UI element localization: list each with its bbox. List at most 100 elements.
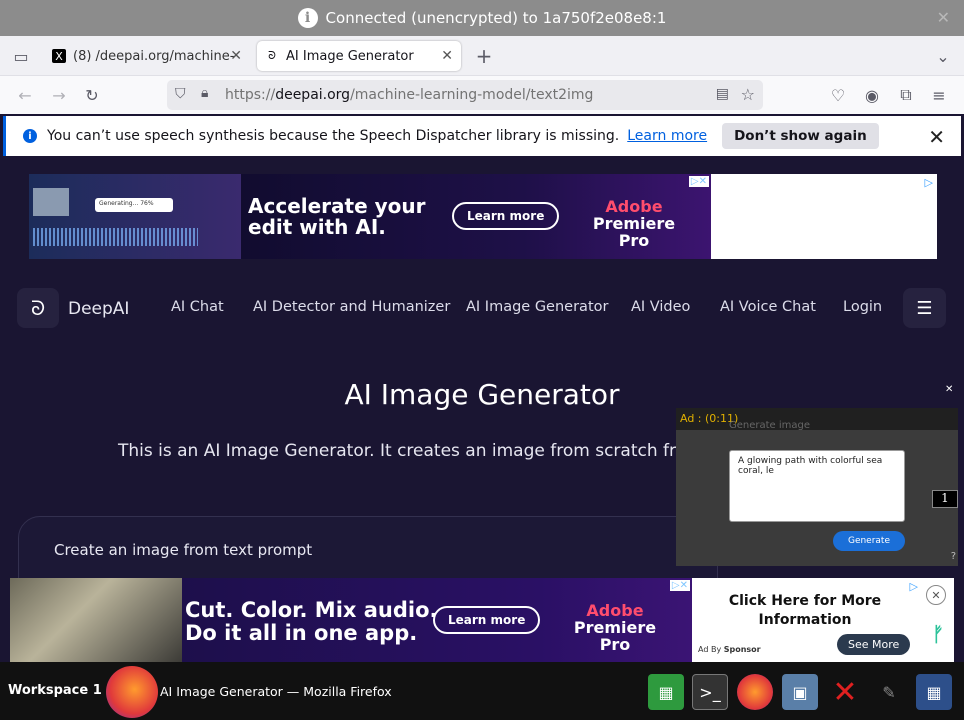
ad-main: Cut. Color. Mix audio. Do it all in one … bbox=[182, 578, 692, 662]
adchoices-icon[interactable]: ▷ bbox=[910, 580, 918, 593]
card-title: Create an image from text prompt bbox=[54, 541, 313, 559]
url-path: /machine-learning-model/text2img bbox=[350, 87, 594, 103]
menu-icon[interactable]: ≡ bbox=[928, 84, 950, 106]
prompt-box: A glowing path with colorful sea coral, … bbox=[729, 450, 905, 522]
ad-brand-1: Adobe bbox=[586, 601, 644, 620]
generate-button: Generate bbox=[833, 531, 905, 551]
see-more-button[interactable]: See More bbox=[837, 634, 911, 655]
tab-label: (8) /deepai.org/machine- bbox=[73, 48, 235, 64]
dont-show-again-button[interactable]: Don’t show again bbox=[722, 123, 879, 149]
ad-by: Ad By bbox=[698, 645, 722, 654]
hamburger-menu-icon[interactable]: ☰ bbox=[903, 288, 946, 328]
ad-brand-2: Premiere Pro bbox=[592, 214, 676, 250]
ad-brand: Adobe Premiere Pro bbox=[562, 602, 668, 653]
close-notification-icon[interactable]: ✕ bbox=[928, 125, 945, 149]
tab-overview-icon[interactable]: ▭ bbox=[10, 45, 32, 67]
nav-ai-voice-chat[interactable]: AI Voice Chat bbox=[720, 299, 816, 315]
firefox-icon[interactable] bbox=[106, 666, 158, 718]
ad-brand: Adobe Premiere Pro bbox=[577, 198, 691, 249]
ad-brand-logo-icon: ᚠ bbox=[932, 622, 944, 646]
url-prefix: https:// bbox=[225, 87, 276, 103]
close-tab-icon[interactable]: ✕ bbox=[441, 48, 453, 64]
ad-brand-1: Adobe bbox=[605, 197, 663, 216]
tab-ai-image-generator[interactable]: ᘐ AI Image Generator ✕ bbox=[257, 41, 461, 71]
ad-thumbnail: Generating... 76% bbox=[29, 174, 241, 259]
x-logo-icon: X bbox=[52, 49, 66, 63]
tab-bar: ▭ X (8) /deepai.org/machine- ✕ ᘐ AI Imag… bbox=[0, 36, 964, 76]
speech-notification: i You can’t use speech synthesis because… bbox=[3, 116, 961, 156]
top-ad-banner[interactable]: Generating... 76% Accelerate your edit w… bbox=[29, 174, 937, 259]
ad-main: Accelerate your edit with AI. Learn more… bbox=[241, 174, 711, 259]
nav-ai-chat[interactable]: AI Chat bbox=[171, 299, 224, 315]
close-icon[interactable]: ✕ bbox=[937, 8, 950, 27]
nav-bar: ← → ↻ ⛉ 🔒︎ https://deepai.org/machine-le… bbox=[0, 76, 964, 114]
connection-bar: i Connected (unencrypted) to 1a750f2e08e… bbox=[0, 0, 964, 36]
chevron-down-icon[interactable]: ⌄ bbox=[932, 45, 954, 67]
bottom-ad-banner[interactable]: Cut. Color. Mix audio. Do it all in one … bbox=[10, 578, 954, 662]
ad-waveform bbox=[33, 228, 198, 246]
learn-more-link[interactable]: Learn more bbox=[627, 128, 707, 144]
taskbar: Workspace 1 AI Image Generator — Mozilla… bbox=[0, 662, 964, 720]
shield-icon[interactable]: ⛉ bbox=[175, 86, 186, 102]
nav-login[interactable]: Login bbox=[843, 299, 882, 315]
brand-name[interactable]: DeepAI bbox=[68, 299, 129, 319]
info-icon: i bbox=[297, 8, 318, 28]
video-ad-frame: Generate image A glowing path with color… bbox=[676, 420, 958, 566]
forward-icon[interactable]: → bbox=[48, 84, 70, 106]
url-domain: deepai.org bbox=[275, 87, 351, 103]
ad-progress-text: Generating... 76% bbox=[95, 198, 173, 212]
generate-header: Generate image bbox=[729, 420, 811, 431]
url-bar[interactable]: ⛉ 🔒︎ https://deepai.org/machine-learning… bbox=[167, 80, 763, 110]
pdf-icon[interactable]: ✕ bbox=[827, 674, 863, 710]
back-icon[interactable]: ← bbox=[14, 84, 36, 106]
ad-sponsor-strong: Sponsor bbox=[723, 645, 761, 654]
new-tab-icon[interactable]: + bbox=[473, 44, 495, 68]
ad-learn-more-button[interactable]: Learn more bbox=[433, 606, 541, 634]
close-tab-icon[interactable]: ✕ bbox=[230, 48, 242, 64]
info-icon: i bbox=[23, 129, 37, 143]
ad-headline-1: Accelerate your bbox=[248, 194, 426, 218]
video-ad[interactable]: Ad : (0:11) Generate image A glowing pat… bbox=[676, 408, 958, 566]
deepai-logo-icon: ᘐ bbox=[268, 49, 276, 62]
lock-icon[interactable]: 🔒︎ bbox=[201, 85, 208, 101]
ad-headline-2: edit with AI. bbox=[248, 215, 386, 239]
reader-view-icon[interactable]: ▤ bbox=[716, 86, 729, 102]
ad-counter: 1 bbox=[932, 490, 958, 508]
close-ad-icon[interactable]: ✕ bbox=[926, 585, 946, 605]
adchoices-icon[interactable]: ▷✕ bbox=[669, 580, 690, 591]
ad-brand-2: Premiere Pro bbox=[573, 618, 657, 654]
nav-ai-video[interactable]: AI Video bbox=[631, 299, 690, 315]
nav-ai-detector[interactable]: AI Detector and Humanizer bbox=[253, 299, 450, 315]
ad-photo bbox=[10, 578, 182, 662]
connection-text: Connected (unencrypted) to 1a750f2e08e8:… bbox=[325, 9, 667, 27]
pocket-icon[interactable]: ♡ bbox=[827, 84, 849, 106]
notification-message: You can’t use speech synthesis because t… bbox=[47, 128, 620, 144]
taskbar-window-title[interactable]: AI Image Generator — Mozilla Firefox bbox=[160, 684, 392, 699]
account-icon[interactable]: ◉ bbox=[861, 84, 883, 106]
tab-x[interactable]: X (8) /deepai.org/machine- ✕ bbox=[44, 41, 250, 71]
ad-headline-2: Do it all in one app. bbox=[185, 621, 418, 645]
extensions-icon[interactable]: ⧉ bbox=[895, 84, 917, 106]
text-editor-icon[interactable]: ✎ bbox=[871, 674, 907, 710]
ad-person-image bbox=[33, 188, 69, 216]
workspace-label[interactable]: Workspace 1 bbox=[8, 683, 102, 698]
ad-headline-1: Cut. Color. Mix audio. bbox=[185, 598, 438, 622]
firefox-launcher-icon[interactable] bbox=[737, 674, 773, 710]
spreadsheet-icon[interactable]: ▦ bbox=[648, 674, 684, 710]
help-icon[interactable]: ? bbox=[951, 551, 956, 562]
ad-side-panel: ▷ Click Here for More Information Ad By … bbox=[692, 578, 954, 662]
ad-sponsor: Ad By Sponsor bbox=[698, 645, 761, 654]
ad-learn-more-button[interactable]: Learn more bbox=[452, 202, 560, 230]
deepai-logo[interactable]: ᘐ bbox=[17, 288, 59, 328]
nav-ai-image-generator[interactable]: AI Image Generator bbox=[466, 299, 608, 315]
adchoices-icon[interactable]: ▷ bbox=[925, 176, 933, 189]
adchoices-icon[interactable]: ▷✕ bbox=[688, 176, 709, 187]
bookmark-star-icon[interactable]: ☆ bbox=[741, 85, 755, 104]
page-content: Generating... 76% Accelerate your edit w… bbox=[0, 158, 964, 662]
reload-icon[interactable]: ↻ bbox=[81, 84, 103, 106]
ad-side-text: Click Here for More Information bbox=[728, 593, 882, 628]
close-video-ad-icon[interactable]: ✕ bbox=[945, 384, 953, 395]
image-viewer-icon[interactable]: ▣ bbox=[782, 674, 818, 710]
calculator-icon[interactable]: ▦ bbox=[916, 674, 952, 710]
terminal-icon[interactable]: >_ bbox=[692, 674, 728, 710]
